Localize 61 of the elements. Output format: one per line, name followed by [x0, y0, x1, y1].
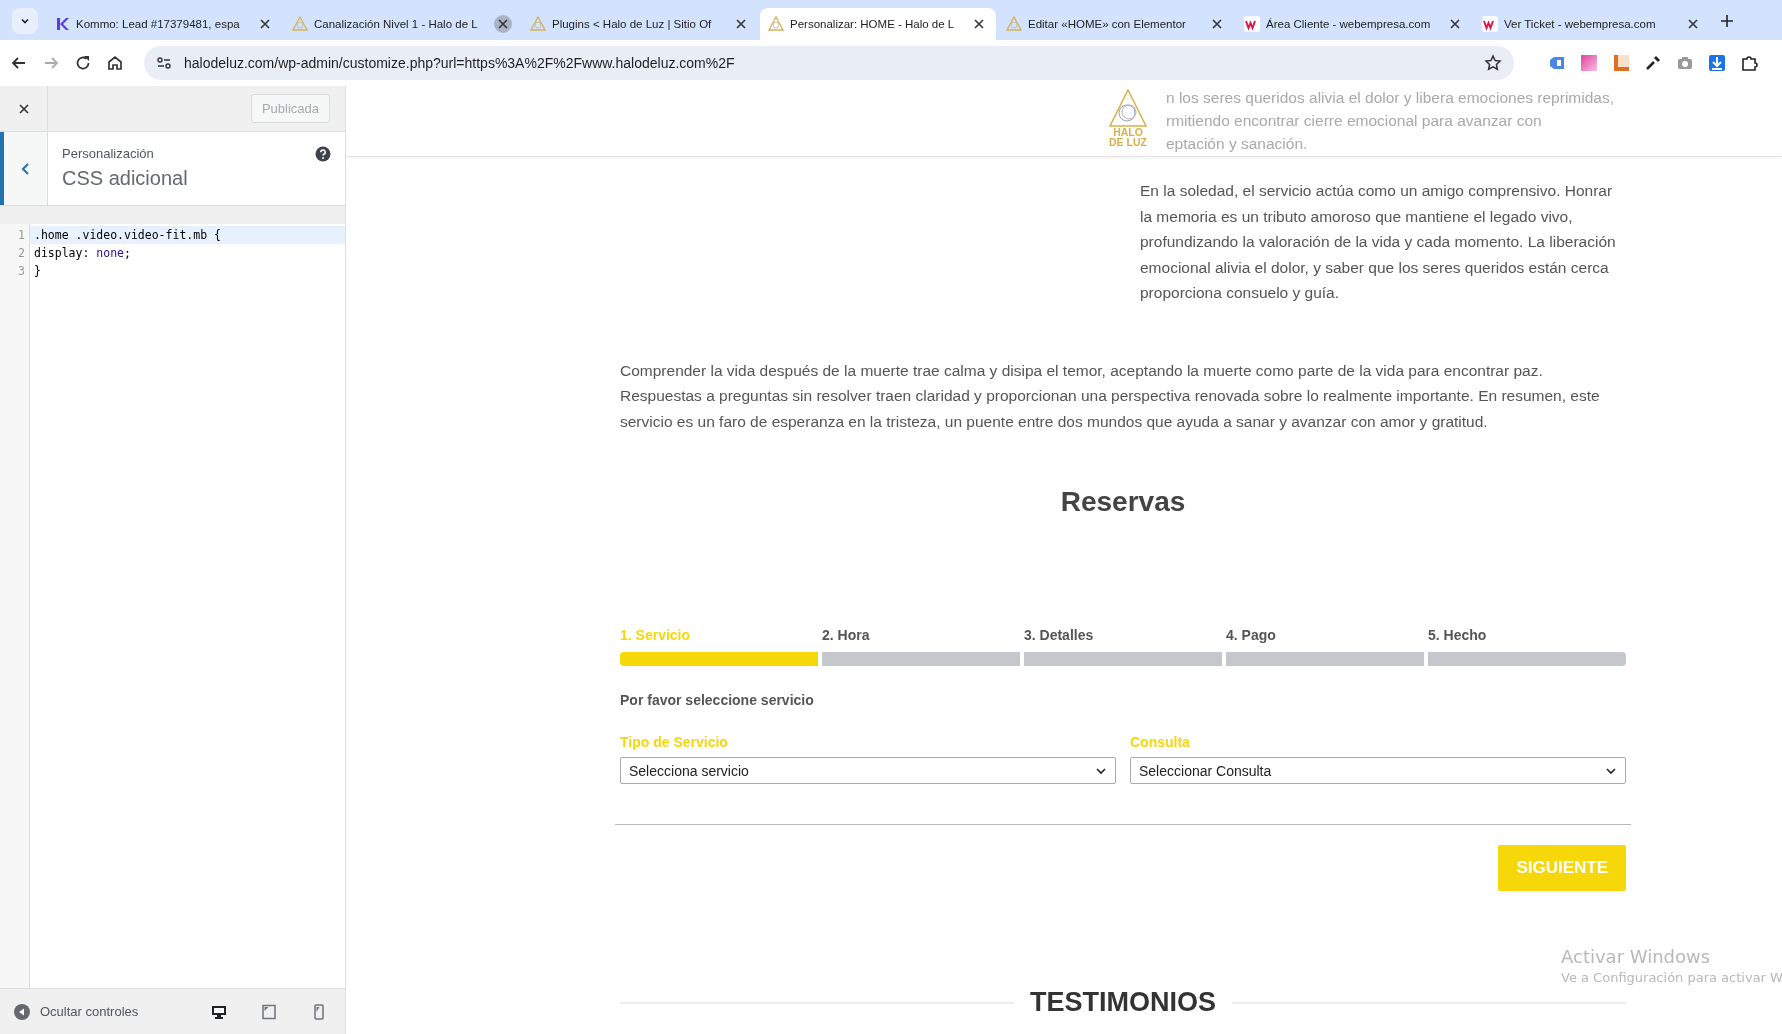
triangle-logo-icon	[768, 16, 784, 32]
browser-tab[interactable]: Área Cliente - webempresa.com	[1236, 8, 1472, 40]
w-logo-icon	[1482, 16, 1498, 32]
browser-tab[interactable]: Personalizar: HOME - Halo de L	[760, 8, 996, 40]
w-logo-icon	[1244, 16, 1260, 32]
chevron-left-icon[interactable]	[19, 161, 32, 176]
k-logo-icon	[54, 16, 70, 32]
step-label[interactable]: 5. Hecho	[1428, 627, 1487, 643]
eyedropper-icon[interactable]	[1644, 54, 1662, 72]
browser-tab[interactable]: Kommo: Lead #17379481, espa	[46, 8, 282, 40]
section-title: CSS adicional	[62, 167, 189, 190]
field-label: Tipo de Servicio	[620, 734, 729, 750]
download-icon[interactable]	[1708, 54, 1726, 72]
section-heading: TESTIMONIOS	[1030, 987, 1216, 1018]
collapse-icon[interactable]	[14, 1003, 30, 1020]
camera-icon[interactable]	[1676, 54, 1694, 72]
step-label[interactable]: 4. Pago	[1226, 627, 1276, 643]
logo-text: HALO DE LUZ	[1108, 127, 1148, 147]
triangle-logo-icon	[530, 16, 546, 32]
star-icon[interactable]	[1484, 54, 1502, 72]
triangle-logo-icon	[292, 16, 308, 32]
gradient-square-icon[interactable]	[1580, 54, 1598, 72]
tag-icon[interactable]	[1548, 54, 1566, 72]
site-settings-icon[interactable]	[156, 55, 172, 71]
code-line: display: none;	[33, 245, 132, 262]
activation-text: Ve a Configuración para activar W	[1561, 970, 1782, 985]
select-field[interactable]: Selecciona servicio	[620, 757, 1116, 784]
faded-text-line: rmitiendo encontrar cierre emocional para avanzar con	[1166, 111, 1543, 131]
help-icon[interactable]	[315, 146, 331, 162]
browser-tab[interactable]: Ver Ticket - webempresa.com	[1474, 8, 1710, 40]
activation-title: Activar Windows	[1561, 946, 1712, 967]
code-editor[interactable]: 1 2 3 .home .video.video-fit.mb { display: none; }	[0, 224, 345, 988]
address-field[interactable]: halodeluz.com/wp-admin/customize.php?url=https%3A%2F%2Fwww.halodeluz.com%2F	[144, 46, 1514, 80]
home-icon[interactable]	[106, 54, 124, 72]
step-label[interactable]: 3. Detalles	[1024, 627, 1094, 643]
close-icon[interactable]	[494, 15, 512, 33]
faded-text-line: n los seres queridos alivia el dolor y libera emociones reprimidas,	[1166, 88, 1614, 108]
code-line: }	[33, 263, 42, 280]
line-number: 3	[17, 263, 26, 280]
select-field[interactable]: Seleccionar Consulta	[1130, 757, 1626, 784]
browser-tab[interactable]: Editar «HOME» con Elementor	[998, 8, 1234, 40]
line-number: 2	[17, 245, 26, 262]
logo-icon	[1108, 89, 1148, 127]
prompt-text: Por favor seleccione servicio	[620, 692, 815, 708]
ruler-icon[interactable]	[1612, 54, 1630, 72]
paragraph: Comprender la vida después de la muerte trae calma y disipa el temor, aceptando la muerte como parte de la vida para encontrar paz. Respuestas a preguntas sin resolver traen claridad y proporcionan una perspectiva renovada sobre lo realmente importante. En resumen, este servicio es un faro de esperanza en la tristeza, un puente entre dos mundos que ayuda a sanar y avanzar con amor y gratitud.	[620, 360, 1601, 432]
breadcrumb-label: Personalización	[62, 146, 155, 161]
field-label: Consulta	[1130, 734, 1191, 750]
line-number: 1	[17, 227, 26, 244]
back-button[interactable]	[0, 132, 48, 205]
step-label[interactable]: 2. Hora	[822, 627, 870, 643]
triangle-logo-icon	[1006, 16, 1022, 32]
browser-tab[interactable]: Canalización Nivel 1 - Halo de L	[284, 8, 520, 40]
section-heading: Reservas	[1059, 486, 1187, 518]
hide-controls-button[interactable]: Ocultar controles	[14, 1003, 181, 1020]
puzzle-icon[interactable]	[1740, 54, 1758, 72]
paragraph: En la soledad, el servicio actúa como un amigo comprensivo. Honrar la memoria es un tributo amoroso que mantiene el legado vivo, profundizando la valoración de la vida y cada momento. La liberación emocional alivia el dolor, y saber que los seres queridos están cerca proporciona consuelo y guía.	[1140, 181, 1617, 303]
faded-text-line: eptación y sanación.	[1166, 134, 1309, 154]
close-icon[interactable]	[17, 102, 30, 115]
browser-tab[interactable]: Plugins < Halo de Luz | Sitio Of	[522, 8, 758, 40]
reload-icon[interactable]	[74, 54, 92, 72]
